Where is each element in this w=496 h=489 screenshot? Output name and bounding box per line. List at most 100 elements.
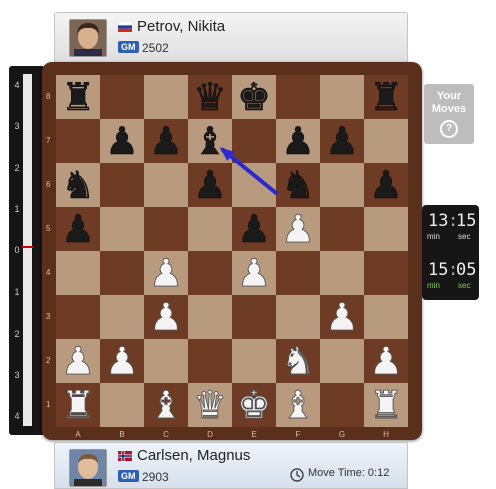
square-a3[interactable] <box>56 295 100 339</box>
white-pawn-piece[interactable]: ♟ <box>237 251 272 296</box>
rank-label: 7 <box>46 136 51 145</box>
black-queen-piece[interactable]: ♛ <box>193 75 227 119</box>
square-g6[interactable] <box>320 163 364 207</box>
square-g8[interactable] <box>320 75 364 119</box>
square-c8[interactable] <box>144 75 188 119</box>
white-bishop-piece[interactable]: ♝ <box>149 383 184 427</box>
square-b3[interactable] <box>100 295 144 339</box>
square-f3[interactable] <box>276 295 320 339</box>
chessboard[interactable]: ♜ ♛ ♚ ♜♟ ♟ ♝ ♟ ♟♞ ♟ ♞ ♟♟ ♟ ♟♟ ♟♟ ♟♟ ♟ ♞ ♟♜ ♝ ♛ ♚ ♝ ♜ <box>56 75 408 427</box>
black-pawn-piece[interactable]: ♟ <box>325 119 359 163</box>
rank-label: 8 <box>46 92 51 101</box>
evaluation-track <box>23 74 32 426</box>
black-pawn-piece[interactable]: ♟ <box>61 207 95 251</box>
bottom-clock-seconds: 05 <box>456 260 477 280</box>
square-e3[interactable] <box>232 295 276 339</box>
white-bishop-piece[interactable]: ♝ <box>281 383 316 427</box>
rank-label: 5 <box>46 224 51 233</box>
square-a7[interactable] <box>56 119 100 163</box>
square-g4[interactable] <box>320 251 364 295</box>
top-player-panel: Petrov, Nikita GM 2502 <box>54 12 408 64</box>
square-e2[interactable] <box>232 339 276 383</box>
white-king-piece[interactable]: ♚ <box>237 383 272 427</box>
black-pawn-piece[interactable]: ♟ <box>237 207 271 251</box>
game-clock: 13 : 15 min sec 15 : 05 min sec <box>422 205 479 300</box>
square-a4[interactable] <box>56 251 100 295</box>
avatar-image <box>70 20 106 56</box>
square-e7[interactable] <box>232 119 276 163</box>
black-king-piece[interactable]: ♚ <box>237 75 271 119</box>
black-bishop-piece[interactable]: ♝ <box>193 119 227 163</box>
square-b8[interactable] <box>100 75 144 119</box>
russia-flag-icon <box>118 22 132 32</box>
bottom-player-panel: Carlsen, Magnus GM 2903 <box>54 442 408 489</box>
square-d5[interactable] <box>188 207 232 251</box>
eval-tick: 4 <box>14 411 20 421</box>
file-label: A <box>75 430 81 439</box>
eval-tick: 3 <box>14 121 20 131</box>
square-c6[interactable] <box>144 163 188 207</box>
black-pawn-piece[interactable]: ♟ <box>105 119 139 163</box>
square-b4[interactable] <box>100 251 144 295</box>
square-b5[interactable] <box>100 207 144 251</box>
black-knight-piece[interactable]: ♞ <box>281 163 315 207</box>
move-time-label: Move Time: 0:12 <box>308 467 390 479</box>
square-e6[interactable] <box>232 163 276 207</box>
white-pawn-piece[interactable]: ♟ <box>325 295 360 340</box>
white-pawn-piece[interactable]: ♟ <box>149 295 184 340</box>
file-label: G <box>338 430 346 439</box>
black-pawn-piece[interactable]: ♟ <box>369 163 403 207</box>
rank-label: 2 <box>46 356 51 365</box>
square-g2[interactable] <box>320 339 364 383</box>
square-b6[interactable] <box>100 163 144 207</box>
rank-label: 1 <box>46 400 51 409</box>
white-knight-piece[interactable]: ♞ <box>281 339 316 384</box>
square-f4[interactable] <box>276 251 320 295</box>
top-clock-sec-label: sec <box>458 232 471 241</box>
bottom-player-name[interactable]: Carlsen, Magnus <box>137 447 250 464</box>
square-d2[interactable] <box>188 339 232 383</box>
black-rook-piece[interactable]: ♜ <box>369 75 403 119</box>
white-pawn-piece[interactable]: ♟ <box>61 339 96 384</box>
white-pawn-piece[interactable]: ♟ <box>369 339 404 384</box>
square-f8[interactable] <box>276 75 320 119</box>
eval-tick: 2 <box>14 163 20 173</box>
evaluation-zero-marker <box>22 246 33 248</box>
white-pawn-piece[interactable]: ♟ <box>281 207 316 252</box>
square-g5[interactable] <box>320 207 364 251</box>
white-rook-piece[interactable]: ♜ <box>61 383 96 427</box>
your-moves-label-line2: Moves <box>431 103 467 115</box>
white-pawn-piece[interactable]: ♟ <box>149 251 184 296</box>
square-d4[interactable] <box>188 251 232 295</box>
black-pawn-piece[interactable]: ♟ <box>281 119 315 163</box>
square-b1[interactable] <box>100 383 144 427</box>
bottom-clock-minutes: 15 <box>428 260 449 280</box>
top-clock-minutes: 13 <box>428 211 449 231</box>
square-c2[interactable] <box>144 339 188 383</box>
square-h4[interactable] <box>364 251 408 295</box>
your-moves-label-line1: Your <box>436 90 462 102</box>
black-pawn-piece[interactable]: ♟ <box>193 163 227 207</box>
top-player-rating: 2502 <box>142 41 169 55</box>
square-c5[interactable] <box>144 207 188 251</box>
square-g1[interactable] <box>320 383 364 427</box>
square-h7[interactable] <box>364 119 408 163</box>
avatar-image <box>70 450 106 486</box>
top-player-title-badge: GM <box>118 41 139 53</box>
white-queen-piece[interactable]: ♛ <box>193 383 228 427</box>
square-d3[interactable] <box>188 295 232 339</box>
your-moves-button[interactable]: Your Moves ? <box>424 84 474 144</box>
eval-tick: 1 <box>14 204 20 214</box>
white-rook-piece[interactable]: ♜ <box>369 383 404 427</box>
bottom-player-title-badge: GM <box>118 470 139 482</box>
black-rook-piece[interactable]: ♜ <box>61 75 95 119</box>
square-h3[interactable] <box>364 295 408 339</box>
black-pawn-piece[interactable]: ♟ <box>149 119 183 163</box>
top-player-name[interactable]: Petrov, Nikita <box>137 18 225 35</box>
black-knight-piece[interactable]: ♞ <box>61 163 95 207</box>
file-label: F <box>295 430 301 439</box>
white-pawn-piece[interactable]: ♟ <box>105 339 140 384</box>
square-h5[interactable] <box>364 207 408 251</box>
eval-tick: 2 <box>14 329 20 339</box>
help-icon[interactable]: ? <box>440 120 458 138</box>
